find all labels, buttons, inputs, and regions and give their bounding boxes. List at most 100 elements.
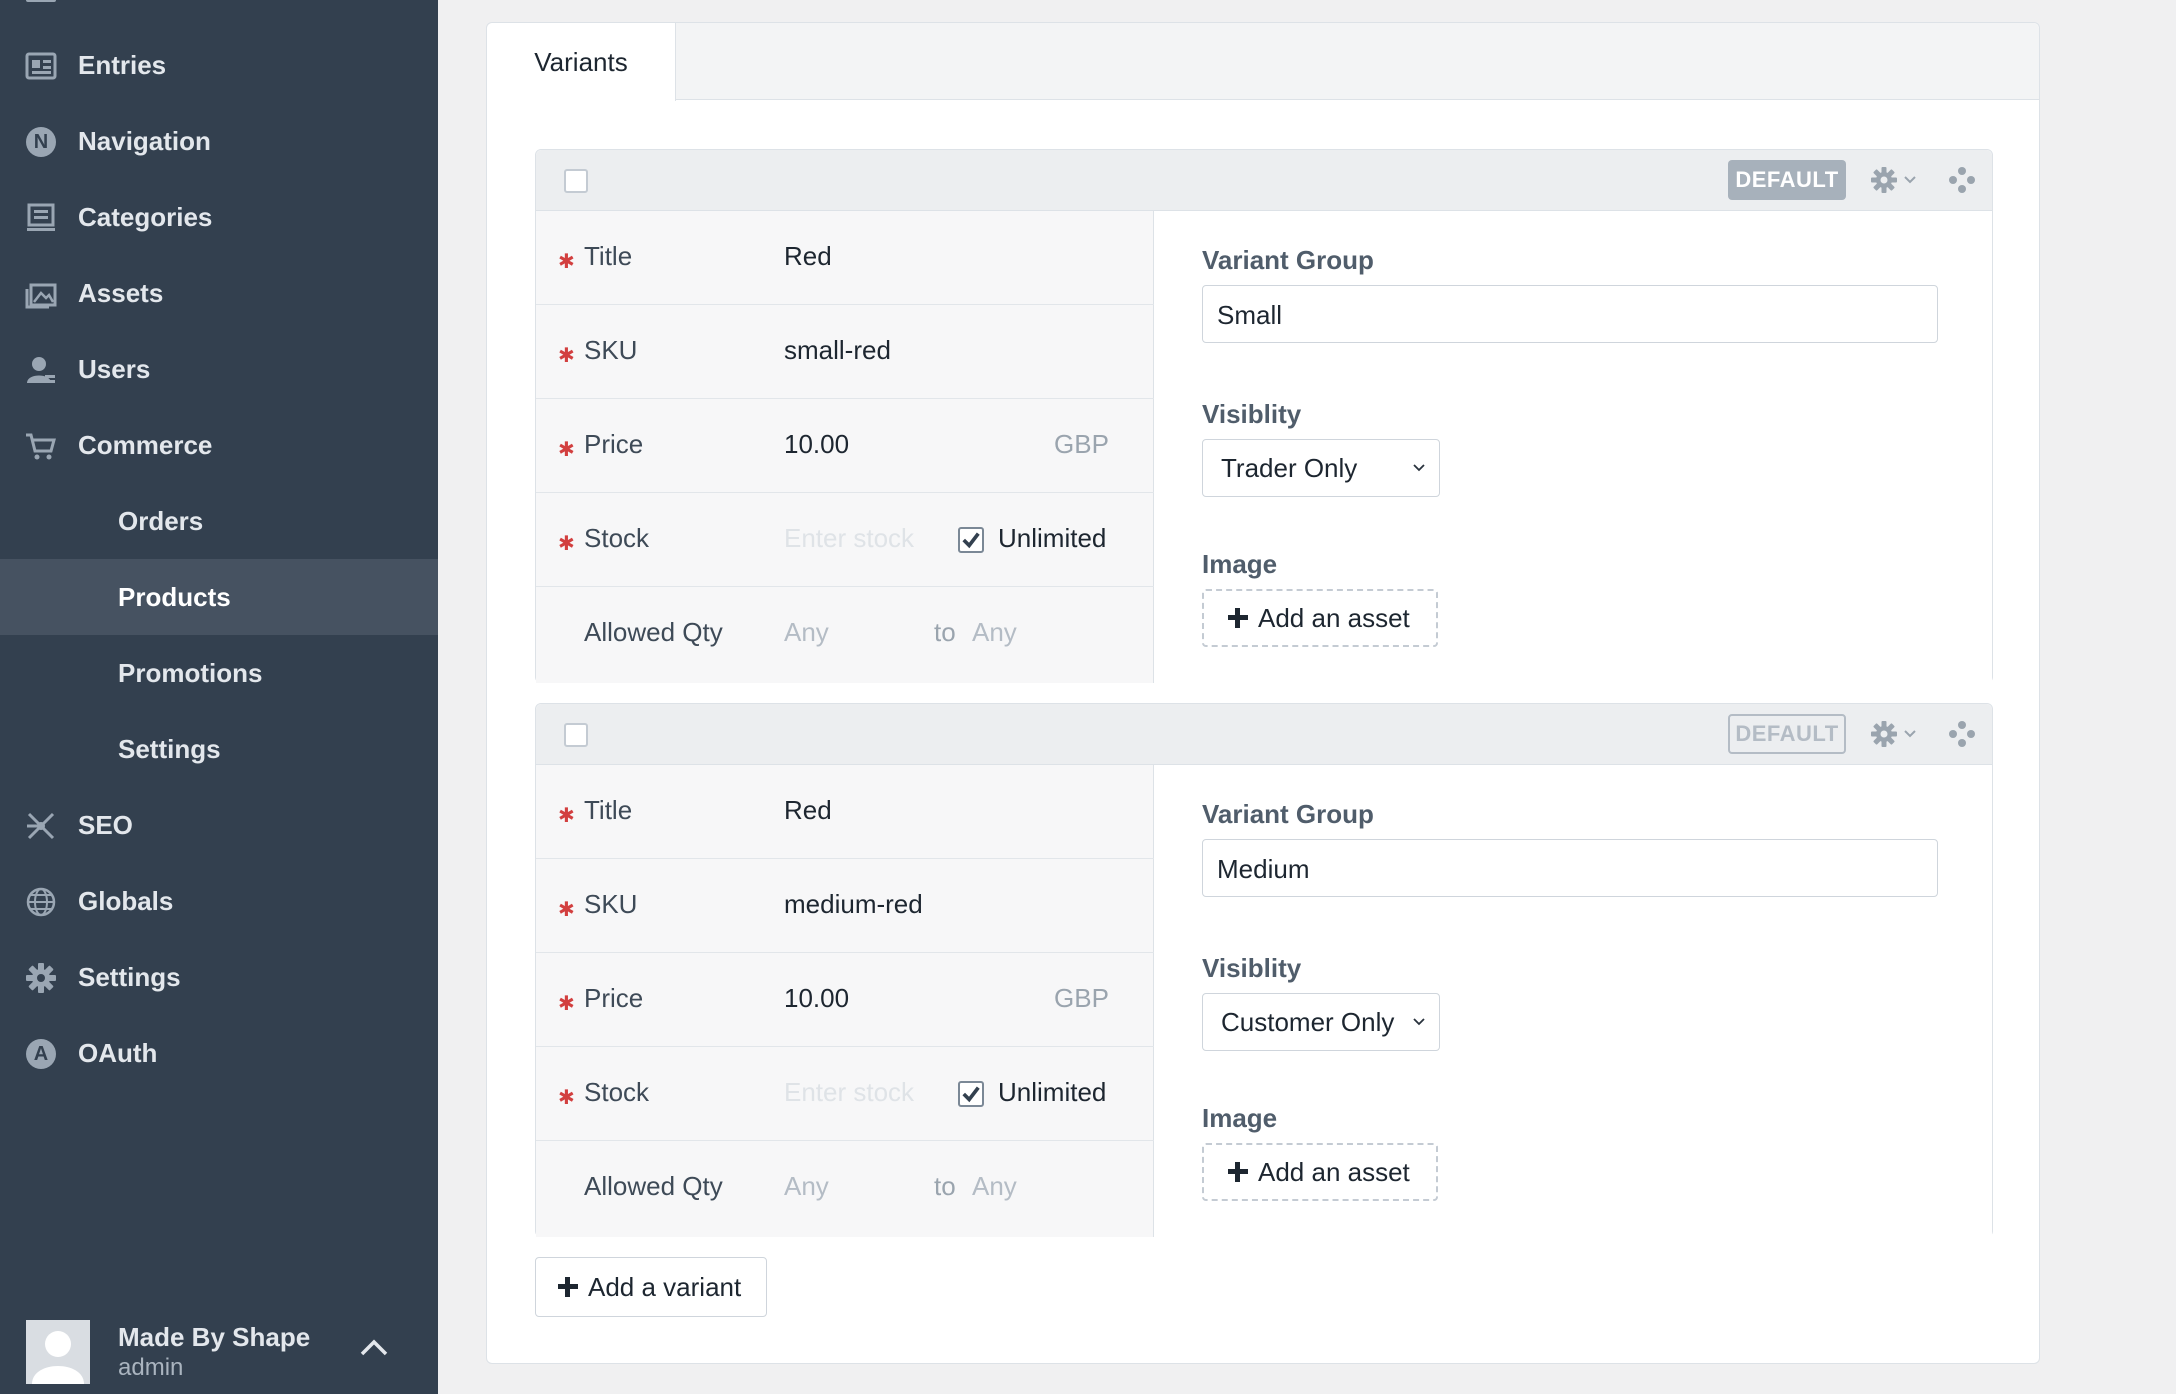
sidebar-item-label: Users xyxy=(78,353,151,384)
price-label: Price xyxy=(584,983,644,1013)
qty-to-label: to xyxy=(934,1171,956,1201)
variant-select-checkbox[interactable] xyxy=(564,723,588,747)
sidebar-item-globals[interactable]: Globals xyxy=(0,863,438,939)
image-label: Image xyxy=(1202,1103,1278,1133)
add-asset-button[interactable]: Add an asset xyxy=(1202,589,1438,647)
qty-min-input[interactable]: Any xyxy=(784,1171,829,1202)
required-asterisk-icon: ✱ xyxy=(558,533,575,555)
sidebar-item-seo[interactable]: SEO xyxy=(0,787,438,863)
title-label: Title xyxy=(584,795,633,825)
user-menu[interactable]: Made By Shape admin xyxy=(0,1306,438,1394)
sku-input[interactable]: small-red xyxy=(784,335,891,366)
chevron-up-icon[interactable] xyxy=(356,1330,392,1366)
plus-icon xyxy=(1228,608,1248,628)
sidebar-item-users[interactable]: Users xyxy=(0,331,438,407)
sku-input[interactable]: medium-red xyxy=(784,889,923,920)
tab-bar: Variants xyxy=(487,23,2039,101)
price-row: ✱ Price 10.00 GBP xyxy=(536,953,1154,1047)
variants-panel: Variants DEFAULT ✱ Title Red ✱ SKU small… xyxy=(486,22,2040,1364)
users-icon xyxy=(24,355,58,385)
stock-row: ✱ Stock Enter stock Unlimited xyxy=(536,493,1154,587)
sidebar-item-label: SEO xyxy=(78,809,133,840)
sidebar-item-label: Promotions xyxy=(118,657,263,688)
qty-max-input[interactable]: Any xyxy=(972,1171,1017,1202)
sidebar-item-orders[interactable]: Orders xyxy=(0,483,438,559)
top-partial-icon xyxy=(26,0,56,2)
sidebar-item-label: Globals xyxy=(78,885,174,916)
move-icon[interactable] xyxy=(1948,166,1976,194)
sidebar-item-label: Navigation xyxy=(78,125,211,156)
sidebar-item-label: Products xyxy=(118,581,231,612)
default-badge[interactable]: DEFAULT xyxy=(1728,714,1846,754)
unlimited-checkbox[interactable] xyxy=(958,527,984,553)
globe-icon xyxy=(24,887,58,917)
settings-menu-button[interactable] xyxy=(1870,718,1924,750)
default-badge[interactable]: DEFAULT xyxy=(1728,160,1846,200)
sidebar-item-label: Categories xyxy=(78,201,213,232)
visibility-label: Visiblity xyxy=(1202,953,1302,983)
sidebar: Entries N Navigation Categories Assets U… xyxy=(0,0,438,1394)
variant-header: DEFAULT xyxy=(536,150,1992,211)
variant-core-fields: ✱ Title Red ✱ SKU medium-red ✱ Price 10.… xyxy=(536,765,1154,1237)
allowed-qty-row: Allowed Qty Any to Any xyxy=(536,1141,1154,1235)
sidebar-item-label: Commerce xyxy=(78,429,213,460)
sidebar-item-navigation[interactable]: N Navigation xyxy=(0,103,438,179)
qty-max-input[interactable]: Any xyxy=(972,617,1017,648)
add-asset-label: Add an asset xyxy=(1258,1156,1410,1187)
visibility-label: Visiblity xyxy=(1202,399,1302,429)
title-row: ✱ Title Red xyxy=(536,211,1154,305)
required-asterisk-icon: ✱ xyxy=(558,805,575,827)
sidebar-item-commerce[interactable]: Commerce xyxy=(0,407,438,483)
add-asset-label: Add an asset xyxy=(1258,602,1410,633)
unlimited-label: Unlimited xyxy=(998,523,1107,553)
sidebar-item-entries[interactable]: Entries xyxy=(0,27,438,103)
variant-select-checkbox[interactable] xyxy=(564,169,588,193)
required-asterisk-icon: ✱ xyxy=(558,899,575,921)
qty-min-input[interactable]: Any xyxy=(784,617,829,648)
title-label: Title xyxy=(584,241,633,271)
add-asset-button[interactable]: Add an asset xyxy=(1202,1143,1438,1201)
oauth-icon: A xyxy=(24,1039,58,1069)
stock-input[interactable]: Enter stock xyxy=(784,1077,914,1108)
title-input[interactable]: Red xyxy=(784,795,832,826)
seo-icon xyxy=(24,811,58,841)
assets-icon xyxy=(24,279,58,309)
plus-icon xyxy=(558,1277,578,1297)
visibility-selected-value: Customer Only xyxy=(1221,1006,1395,1037)
sidebar-item-settings[interactable]: Settings xyxy=(0,939,438,1015)
visibility-select[interactable]: Customer Only xyxy=(1202,993,1440,1051)
title-input[interactable]: Red xyxy=(784,241,832,272)
tab-variants[interactable]: Variants xyxy=(487,23,676,101)
gear-icon xyxy=(24,963,58,993)
stock-label: Stock xyxy=(584,1077,650,1107)
sidebar-item-assets[interactable]: Assets xyxy=(0,255,438,331)
price-input[interactable]: 10.00 xyxy=(784,429,849,460)
sidebar-item-promotions[interactable]: Promotions xyxy=(0,635,438,711)
price-input[interactable]: 10.00 xyxy=(784,983,849,1014)
sidebar-item-commerce-settings[interactable]: Settings xyxy=(0,711,438,787)
title-row: ✱ Title Red xyxy=(536,765,1154,859)
sidebar-item-oauth[interactable]: A OAuth xyxy=(0,1015,438,1091)
sidebar-item-categories[interactable]: Categories xyxy=(0,179,438,255)
variant-core-fields: ✱ Title Red ✱ SKU small-red ✱ Price 10.0… xyxy=(536,211,1154,683)
sidebar-item-products[interactable]: Products xyxy=(0,559,438,635)
add-variant-button[interactable]: Add a variant xyxy=(535,1257,767,1317)
unlimited-checkbox[interactable] xyxy=(958,1081,984,1107)
visibility-selected-value: Trader Only xyxy=(1221,452,1358,483)
move-icon[interactable] xyxy=(1948,720,1976,748)
variant-group-input[interactable]: Medium xyxy=(1202,839,1938,897)
image-label: Image xyxy=(1202,549,1278,579)
avatar xyxy=(26,1320,90,1384)
currency-label: GBP xyxy=(1054,429,1109,459)
stock-input[interactable]: Enter stock xyxy=(784,523,914,554)
entries-icon xyxy=(24,51,58,81)
variant-block: DEFAULT ✱ Title Red ✱ SKU small-red ✱ Pr… xyxy=(535,149,1993,683)
variant-custom-fields: Variant Group Small Visiblity Trader Onl… xyxy=(1154,211,1992,683)
chevron-down-icon xyxy=(1413,1018,1425,1026)
required-asterisk-icon: ✱ xyxy=(558,439,575,461)
visibility-select[interactable]: Trader Only xyxy=(1202,439,1440,497)
allowed-qty-row: Allowed Qty Any to Any xyxy=(536,587,1154,681)
variant-group-input[interactable]: Small xyxy=(1202,285,1938,343)
settings-menu-button[interactable] xyxy=(1870,164,1924,196)
variant-group-label: Variant Group xyxy=(1202,799,1374,829)
